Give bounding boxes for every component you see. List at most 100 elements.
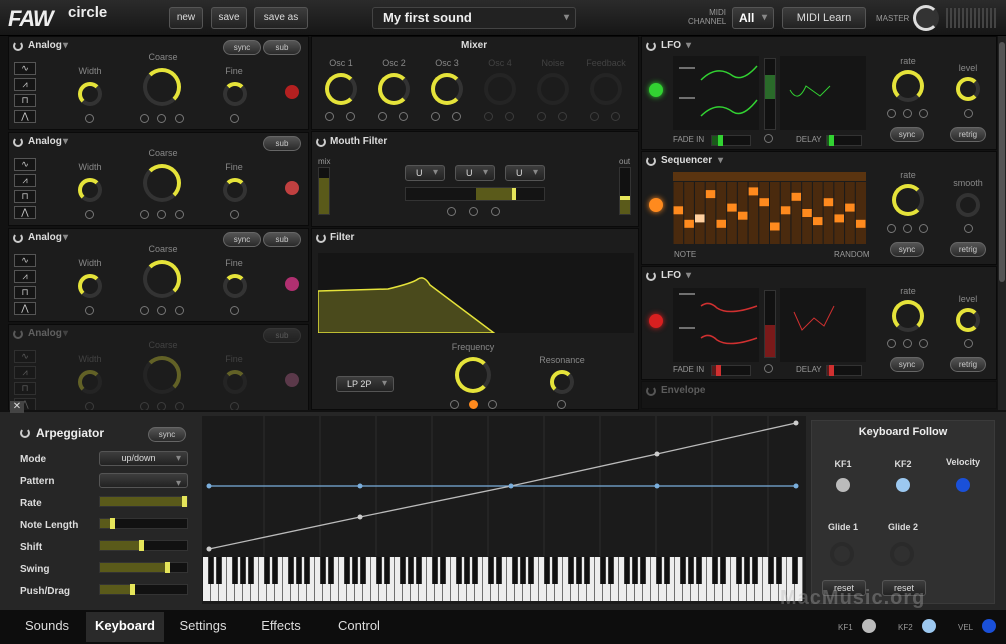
filter-frequency-knob[interactable] (455, 357, 491, 393)
lfo1-rate-knob[interactable] (892, 70, 924, 102)
lfo2-led[interactable] (649, 314, 663, 328)
osc-title[interactable]: Analog (28, 328, 74, 339)
waveform-button[interactable]: ⊓ (14, 382, 36, 395)
osc-sub-button[interactable]: sub (263, 40, 301, 55)
osc-sync-button[interactable]: sync (223, 232, 261, 247)
filter-power-icon[interactable] (316, 233, 326, 243)
osc-mod-dot[interactable] (157, 114, 166, 123)
osc-fine-knob[interactable] (223, 178, 247, 202)
osc-mod-dot[interactable] (175, 306, 184, 315)
filter-type-select[interactable]: LP 2P (336, 376, 394, 392)
osc-coarse-knob[interactable] (143, 260, 181, 298)
osc-power-icon[interactable] (13, 137, 23, 147)
lfo2-mod-dot[interactable] (764, 364, 773, 373)
tab-sounds[interactable]: Sounds (10, 612, 84, 642)
waveform-button[interactable]: ∿ (14, 62, 36, 75)
waveform-button[interactable]: ⩘ (14, 174, 36, 187)
lfo1-level-mod-dot[interactable] (964, 109, 973, 118)
mixer-mod-dot[interactable] (452, 112, 461, 121)
lfo1-level-meter[interactable] (764, 58, 776, 130)
lfo1-retrig-button[interactable]: retrig (950, 127, 986, 142)
mouth-mod-dot[interactable] (447, 207, 456, 216)
mouth-filter-title[interactable]: Mouth Filter (330, 136, 387, 147)
sequencer-retrig-button[interactable]: retrig (950, 242, 986, 257)
lfo2-power-icon[interactable] (646, 271, 656, 281)
osc-sub-button[interactable]: sub (263, 136, 301, 151)
mouth-vowel-select[interactable]: U (505, 165, 545, 181)
new-button[interactable]: new (169, 7, 203, 29)
osc-width-knob[interactable] (78, 82, 102, 106)
osc-coarse-knob[interactable] (143, 164, 181, 202)
mouth-morph-slider[interactable] (405, 187, 545, 201)
piano-keyboard[interactable] (203, 557, 803, 601)
kf2-led[interactable] (896, 478, 910, 492)
sequencer-grid[interactable] (673, 182, 866, 244)
lfo1-sync-button[interactable]: sync (890, 127, 924, 142)
lfo2-fade-in-slider[interactable] (711, 365, 751, 376)
sequencer-rate-mod-dot[interactable] (903, 224, 912, 233)
tab-keyboard[interactable]: Keyboard (86, 612, 164, 642)
waveform-button[interactable]: ∿ (14, 158, 36, 171)
osc-mod-dot[interactable] (230, 210, 239, 219)
tab-settings[interactable]: Settings (166, 612, 240, 642)
right-scrollbar[interactable] (998, 36, 1006, 410)
envelope-power-icon[interactable] (646, 386, 656, 396)
osc-width-knob[interactable] (78, 274, 102, 298)
mouth-mix-slider[interactable] (318, 167, 330, 215)
arp-swing-slider[interactable] (99, 562, 188, 573)
arp-note-length-slider[interactable] (99, 518, 188, 529)
waveform-button[interactable]: ⊓ (14, 190, 36, 203)
osc-width-knob[interactable] (78, 370, 102, 394)
midi-learn-button[interactable]: MIDI Learn (782, 7, 866, 29)
arp-shift-slider[interactable] (99, 540, 188, 551)
mixer-level-knob[interactable] (590, 73, 622, 105)
osc-mod-dot[interactable] (175, 210, 184, 219)
osc-title[interactable]: Analog (28, 232, 74, 243)
lfo2-rate-knob[interactable] (892, 300, 924, 332)
osc-fine-knob[interactable] (223, 370, 247, 394)
mixer-mod-dot[interactable] (611, 112, 620, 121)
sequencer-length-bar[interactable] (673, 172, 866, 181)
lfo2-retrig-button[interactable]: retrig (950, 357, 986, 372)
mouth-vowel-select[interactable]: U (455, 165, 495, 181)
waveform-button[interactable]: ⋀ (14, 302, 36, 315)
osc-sub-button[interactable]: sub (263, 232, 301, 247)
waveform-button[interactable]: ⋀ (14, 206, 36, 219)
mixer-mod-dot[interactable] (399, 112, 408, 121)
osc-led[interactable] (285, 277, 299, 291)
mixer-level-knob[interactable] (325, 73, 357, 105)
preset-select[interactable]: My first sound (372, 7, 576, 29)
filter-resonance-mod-dot[interactable] (557, 400, 566, 409)
mixer-mod-dot[interactable] (558, 112, 567, 121)
lfo1-rate-mod-dot[interactable] (887, 109, 896, 118)
mouth-filter-power-icon[interactable] (316, 137, 326, 147)
lfo2-level-meter[interactable] (764, 290, 776, 358)
mixer-level-knob[interactable] (537, 73, 569, 105)
mixer-mod-dot[interactable] (505, 112, 514, 121)
lfo1-delay-slider[interactable] (826, 135, 862, 146)
osc-mod-dot[interactable] (230, 306, 239, 315)
osc-mod-dot[interactable] (157, 306, 166, 315)
mixer-mod-dot[interactable] (378, 112, 387, 121)
sequencer-sync-button[interactable]: sync (890, 242, 924, 257)
mixer-mod-dot[interactable] (325, 112, 334, 121)
lfo1-rate-mod-dot[interactable] (903, 109, 912, 118)
lfo2-waveform-display[interactable] (673, 288, 759, 362)
lfo2-delay-slider[interactable] (826, 365, 862, 376)
arp-sync-button[interactable]: sync (148, 427, 186, 442)
glide2-knob[interactable] (890, 542, 914, 566)
arp-rate-slider[interactable] (99, 496, 188, 507)
arp-power-icon[interactable] (20, 428, 30, 438)
save-as-button[interactable]: save as (254, 7, 308, 29)
waveform-button[interactable]: ⊓ (14, 286, 36, 299)
osc-coarse-knob[interactable] (143, 356, 181, 394)
lfo2-rate-mod-dot[interactable] (887, 339, 896, 348)
osc-width-knob[interactable] (78, 178, 102, 202)
lfo1-fade-in-slider[interactable] (711, 135, 751, 146)
mouth-out-slider[interactable] (619, 167, 631, 215)
waveform-button[interactable]: ⊓ (14, 94, 36, 107)
lfo1-level-knob[interactable] (956, 77, 980, 101)
osc-power-icon[interactable] (13, 233, 23, 243)
lfo2-rate-mod-dot[interactable] (903, 339, 912, 348)
osc-fine-knob[interactable] (223, 82, 247, 106)
